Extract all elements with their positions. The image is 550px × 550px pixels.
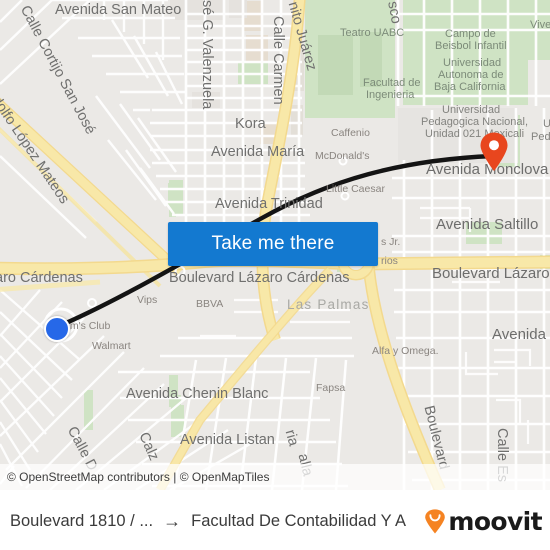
moovit-logo[interactable]: moovit <box>424 506 543 536</box>
moovit-map-widget: Avenida San Mateo Calle Cortijo San José A… <box>0 0 550 550</box>
origin-label: Boulevard 1810 / ... <box>10 511 154 530</box>
arrow-icon: → <box>163 511 182 531</box>
take-me-there-button[interactable]: Take me there <box>168 222 378 266</box>
attribution-text[interactable]: © OpenStreetMap contributors | © OpenMap… <box>0 470 269 484</box>
origin-dot[interactable] <box>44 316 70 342</box>
trip-footer: Boulevard 1810 / ... → Facultad De Conta… <box>0 490 550 550</box>
destination-label: Facultad De Contabilidad Y A... <box>191 511 407 530</box>
moovit-pin-icon <box>425 508 446 533</box>
destination-pin[interactable] <box>479 132 509 172</box>
map-attribution: © OpenStreetMap contributors | © OpenMap… <box>0 464 550 490</box>
moovit-wordmark: moovit <box>448 506 542 536</box>
